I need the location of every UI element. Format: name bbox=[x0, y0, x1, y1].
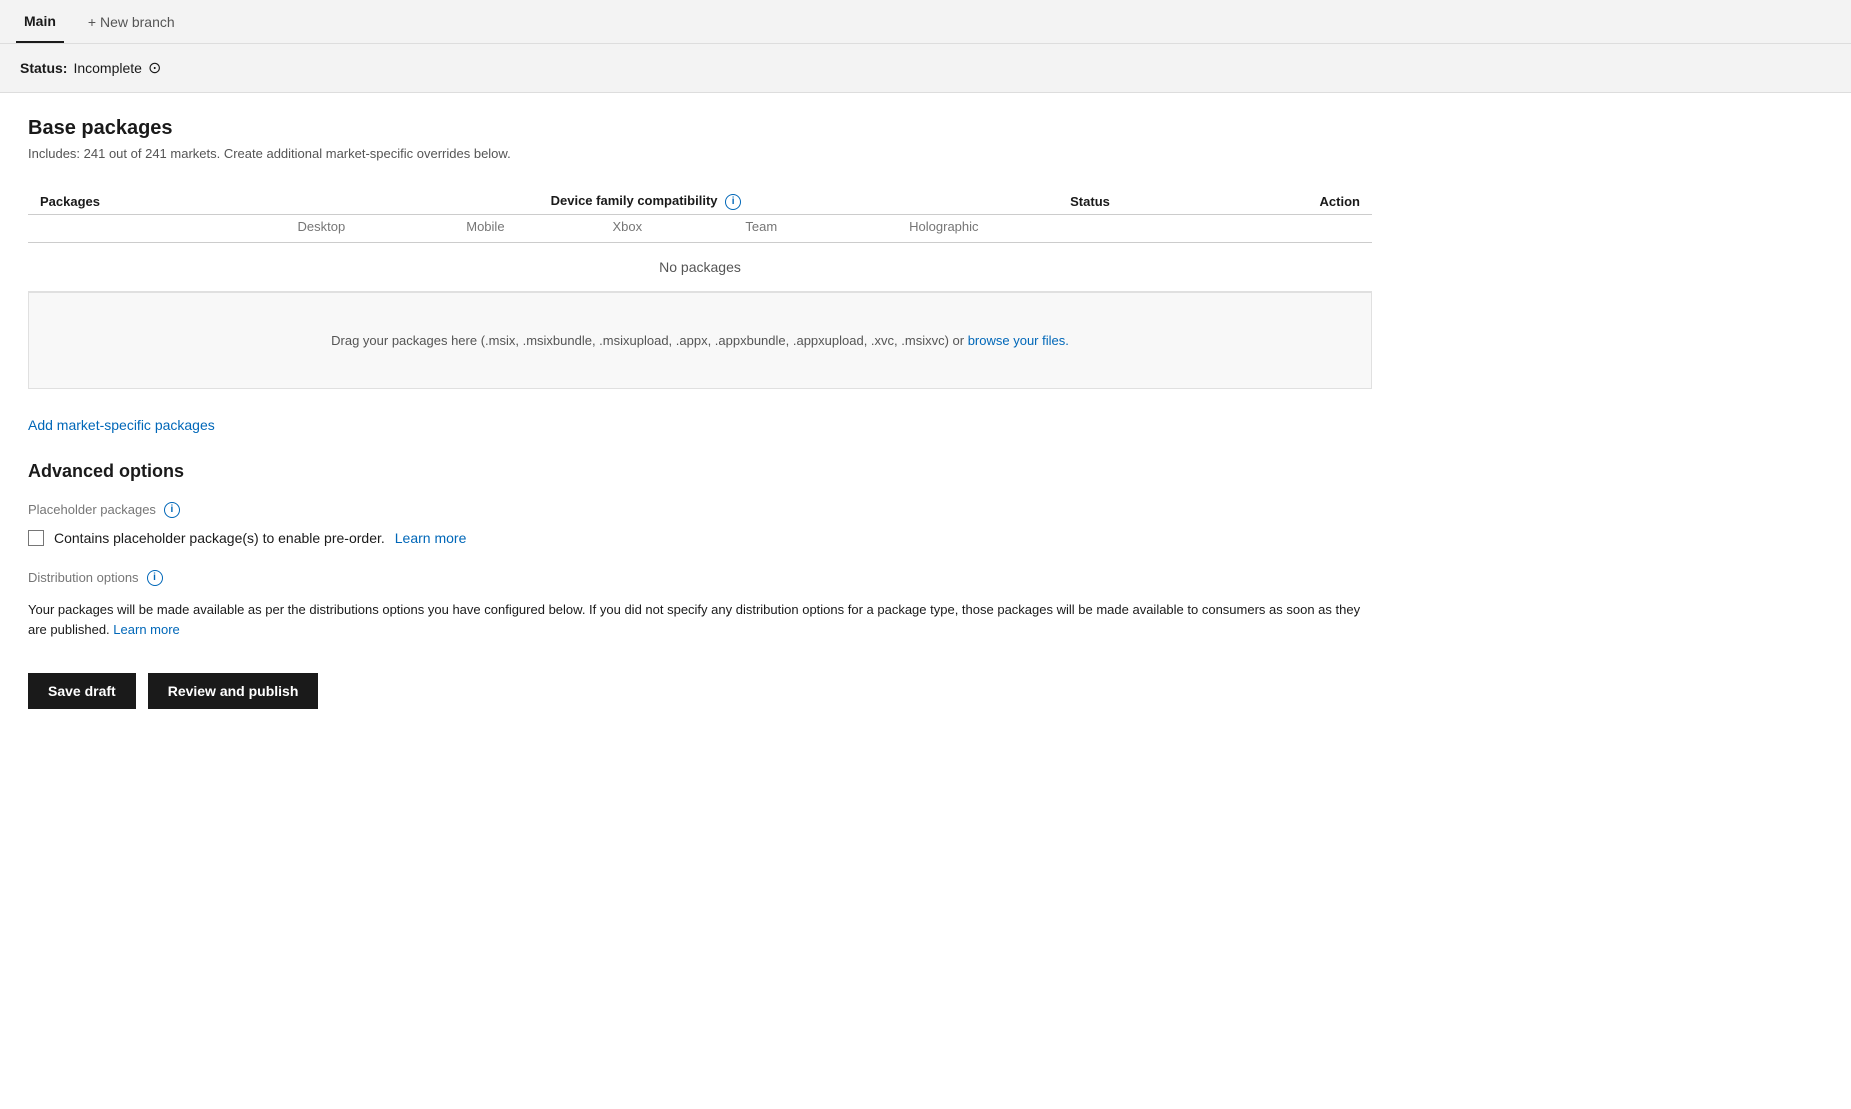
col-packages: Packages bbox=[28, 185, 234, 214]
sub-col-mobile: Mobile bbox=[409, 214, 562, 242]
new-branch-button[interactable]: + New branch bbox=[88, 14, 175, 30]
col-dfc-header: Device family compatibility i bbox=[234, 185, 1059, 214]
advanced-options-title: Advanced options bbox=[28, 461, 1372, 482]
base-packages-title: Base packages bbox=[28, 117, 1372, 140]
placeholder-packages-label: Placeholder packages i bbox=[28, 502, 1372, 518]
status-icon: ⊙ bbox=[148, 58, 161, 78]
sub-col-desktop: Desktop bbox=[234, 214, 410, 242]
sub-col-xbox: Xbox bbox=[562, 214, 693, 242]
save-draft-button[interactable]: Save draft bbox=[28, 673, 136, 709]
status-label: Status: bbox=[20, 60, 67, 76]
col-action: Action bbox=[1214, 185, 1372, 214]
no-packages-row: No packages bbox=[28, 242, 1372, 291]
placeholder-checkbox[interactable] bbox=[28, 530, 44, 546]
packages-table: Packages Device family compatibility i S… bbox=[28, 185, 1372, 292]
dfc-info-icon[interactable]: i bbox=[725, 194, 741, 210]
button-row: Save draft Review and publish bbox=[28, 673, 1372, 709]
main-tab[interactable]: Main bbox=[16, 0, 64, 43]
placeholder-checkbox-row: Contains placeholder package(s) to enabl… bbox=[28, 530, 1372, 546]
base-packages-subtitle: Includes: 241 out of 241 markets. Create… bbox=[28, 146, 1372, 161]
main-content: Base packages Includes: 241 out of 241 m… bbox=[0, 93, 1400, 733]
placeholder-checkbox-label: Contains placeholder package(s) to enabl… bbox=[54, 530, 385, 546]
drag-drop-text: Drag your packages here (.msix, .msixbun… bbox=[331, 333, 968, 348]
drag-drop-area[interactable]: Drag your packages here (.msix, .msixbun… bbox=[28, 292, 1372, 389]
status-bar: Status: Incomplete ⊙ bbox=[0, 44, 1851, 93]
sub-col-team: Team bbox=[693, 214, 830, 242]
sub-col-action-empty bbox=[1214, 214, 1372, 242]
placeholder-learn-more-link[interactable]: Learn more bbox=[395, 530, 467, 546]
sub-col-holographic: Holographic bbox=[830, 214, 1059, 242]
distribution-learn-more-link[interactable]: Learn more bbox=[113, 622, 179, 637]
distribution-options-label: Distribution options i bbox=[28, 570, 1372, 586]
review-publish-button[interactable]: Review and publish bbox=[148, 673, 319, 709]
status-value: Incomplete bbox=[73, 60, 141, 76]
browse-files-link[interactable]: browse your files. bbox=[968, 333, 1069, 348]
sub-col-status-empty bbox=[1058, 214, 1214, 242]
top-bar: Main + New branch bbox=[0, 0, 1851, 44]
no-packages-cell: No packages bbox=[28, 242, 1372, 291]
sub-col-empty bbox=[28, 214, 234, 242]
distribution-description: Your packages will be made available as … bbox=[28, 600, 1372, 642]
distribution-info-icon[interactable]: i bbox=[147, 570, 163, 586]
col-status: Status bbox=[1058, 185, 1214, 214]
add-market-link[interactable]: Add market-specific packages bbox=[28, 417, 215, 433]
placeholder-info-icon[interactable]: i bbox=[164, 502, 180, 518]
